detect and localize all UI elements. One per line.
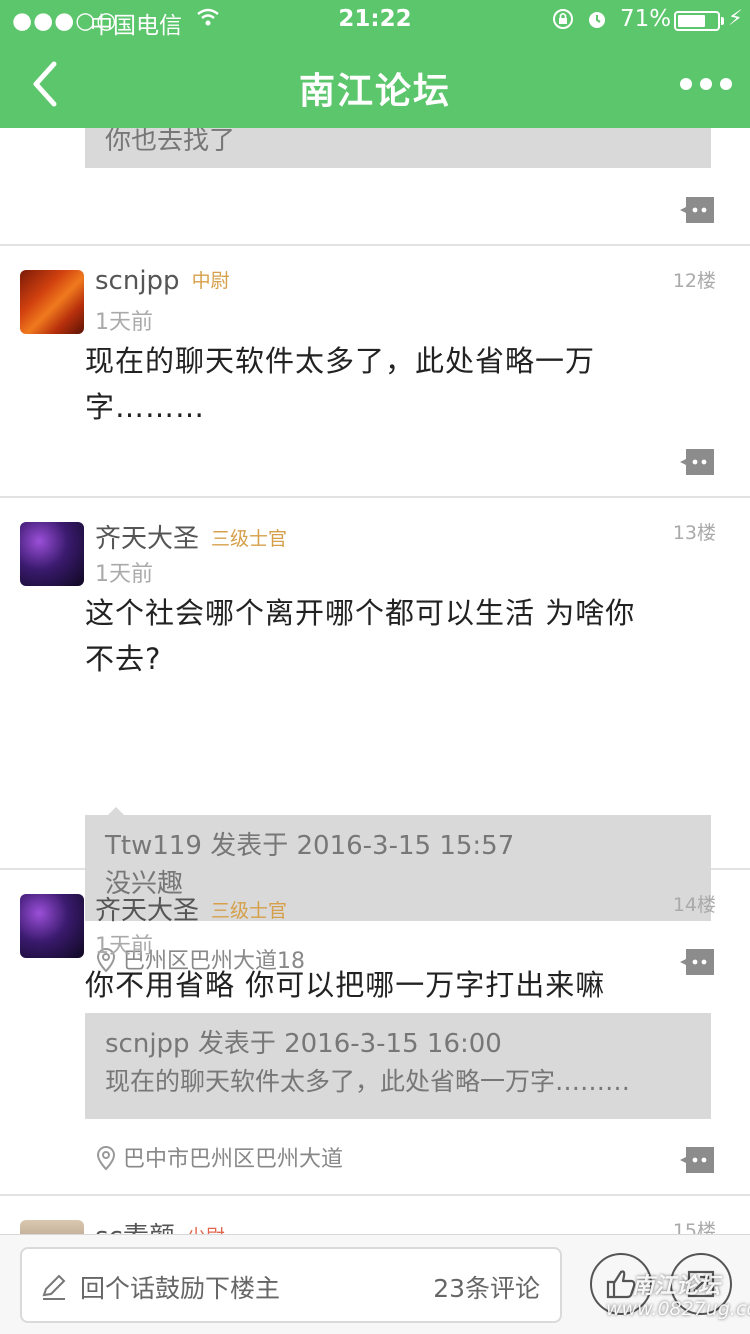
floor-number: 13楼	[672, 522, 716, 544]
post-item: 齐天大圣 三级士官 1天前 13楼 这个社会哪个离开哪个都可以生活 为啥你 不去?…	[0, 498, 750, 975]
battery-tip	[721, 17, 724, 25]
rank-badge: 少尉	[187, 1226, 225, 1234]
avatar[interactable]	[20, 522, 84, 586]
battery-percent: 71%	[620, 6, 672, 32]
reply-placeholder: 回个话鼓励下楼主	[80, 1274, 281, 1303]
reply-input[interactable]: 回个话鼓励下楼主 23条评论	[20, 1247, 562, 1323]
location-text: 巴中市巴州区巴州大道	[123, 1147, 344, 1172]
rotation-lock-icon	[552, 6, 574, 38]
rank-badge: 三级士官	[211, 900, 288, 922]
post-partial: 你也去找了	[0, 128, 750, 246]
charging-bolt-icon: ⚡	[728, 6, 743, 30]
username[interactable]: scnjpp 中尉	[95, 266, 230, 296]
quote-arrow	[108, 807, 124, 815]
location-pin-icon	[95, 1145, 123, 1172]
post-time: 1天前	[95, 310, 153, 335]
avatar[interactable]	[20, 270, 84, 334]
quote-text: 现在的聊天软件太多了，此处省略一万字………	[105, 1067, 631, 1096]
post-text: 你不用省略 你可以把哪一万字打出来嘛	[85, 962, 715, 1008]
rank-badge: 中尉	[191, 270, 230, 292]
username[interactable]: 齐天大圣 三级士官	[95, 518, 287, 555]
quote-meta: scnjpp 发表于 2016-3-15 16:00	[105, 1029, 502, 1059]
post-text-line: 现在的聊天软件太多了，此处省略一万	[85, 344, 596, 378]
quote-meta: Ttw119 发表于 2016-3-15 15:57	[105, 831, 515, 861]
post-text-line: 这个社会哪个离开哪个都可以生活 为啥你	[85, 596, 636, 630]
avatar[interactable]	[20, 894, 84, 958]
username[interactable]: sc素颜 少尉	[95, 1216, 225, 1234]
status-bar: ●●●○○ 中国电信 21:22 71% ⚡	[0, 0, 750, 40]
floor-number: 12楼	[672, 270, 716, 292]
nav-bar: 南江论坛	[0, 40, 750, 128]
post-text-line: 不去?	[85, 642, 162, 676]
post-item: 齐天大圣 三级士官 1天前 14楼 你不用省略 你可以把哪一万字打出来嘛 scnj…	[0, 870, 750, 1196]
page-title: 南江论坛	[298, 71, 451, 112]
watermark-line: 南江论坛	[631, 1274, 720, 1299]
floor-number: 14楼	[672, 894, 716, 916]
username-text: 齐天大圣	[95, 896, 200, 926]
floor-number: 15楼	[672, 1220, 716, 1234]
username-text: sc素颜	[95, 1222, 175, 1234]
pencil-icon	[40, 1273, 68, 1305]
comment-icon[interactable]	[680, 449, 714, 475]
comment-count[interactable]: 23条评论	[433, 1269, 540, 1305]
more-dots-icon[interactable]	[678, 76, 734, 92]
battery-icon	[674, 11, 720, 31]
watermark: 南江论坛 www.0827ug.com	[606, 1274, 750, 1321]
post-text-line: 你不用省略 你可以把哪一万字打出来嘛	[85, 968, 606, 1002]
quote-block: scnjpp 发表于 2016-3-15 16:00 现在的聊天软件太多了，此处…	[85, 1013, 711, 1119]
username-text: scnjpp	[95, 266, 180, 296]
post-item-partial: sc素颜 少尉 15楼	[0, 1196, 750, 1234]
quote-block: 你也去找了	[85, 128, 711, 168]
alarm-icon	[586, 6, 608, 38]
comment-icon[interactable]	[680, 197, 714, 223]
username[interactable]: 齐天大圣 三级士官	[95, 890, 287, 927]
rank-badge: 三级士官	[211, 528, 288, 550]
avatar[interactable]	[20, 1220, 84, 1234]
post-list[interactable]: 你也去找了 scnjpp 中尉 1天前 12楼 现在的聊天软件太多了，此处省略一万…	[0, 128, 750, 1234]
post-text: 现在的聊天软件太多了，此处省略一万 字………	[85, 338, 715, 430]
post-item: scnjpp 中尉 1天前 12楼 现在的聊天软件太多了，此处省略一万 字………	[0, 246, 750, 498]
username-text: 齐天大圣	[95, 524, 200, 554]
post-time: 1天前	[95, 934, 153, 959]
comment-icon[interactable]	[680, 1147, 714, 1173]
location: 巴中市巴州区巴州大道	[95, 1141, 343, 1173]
quote-text: 你也去找了	[105, 128, 236, 156]
post-text-line: 字………	[85, 390, 206, 424]
post-text: 这个社会哪个离开哪个都可以生活 为啥你 不去?	[85, 590, 715, 682]
watermark-line: www.0827ug.com	[606, 1298, 750, 1320]
post-time: 1天前	[95, 562, 153, 587]
